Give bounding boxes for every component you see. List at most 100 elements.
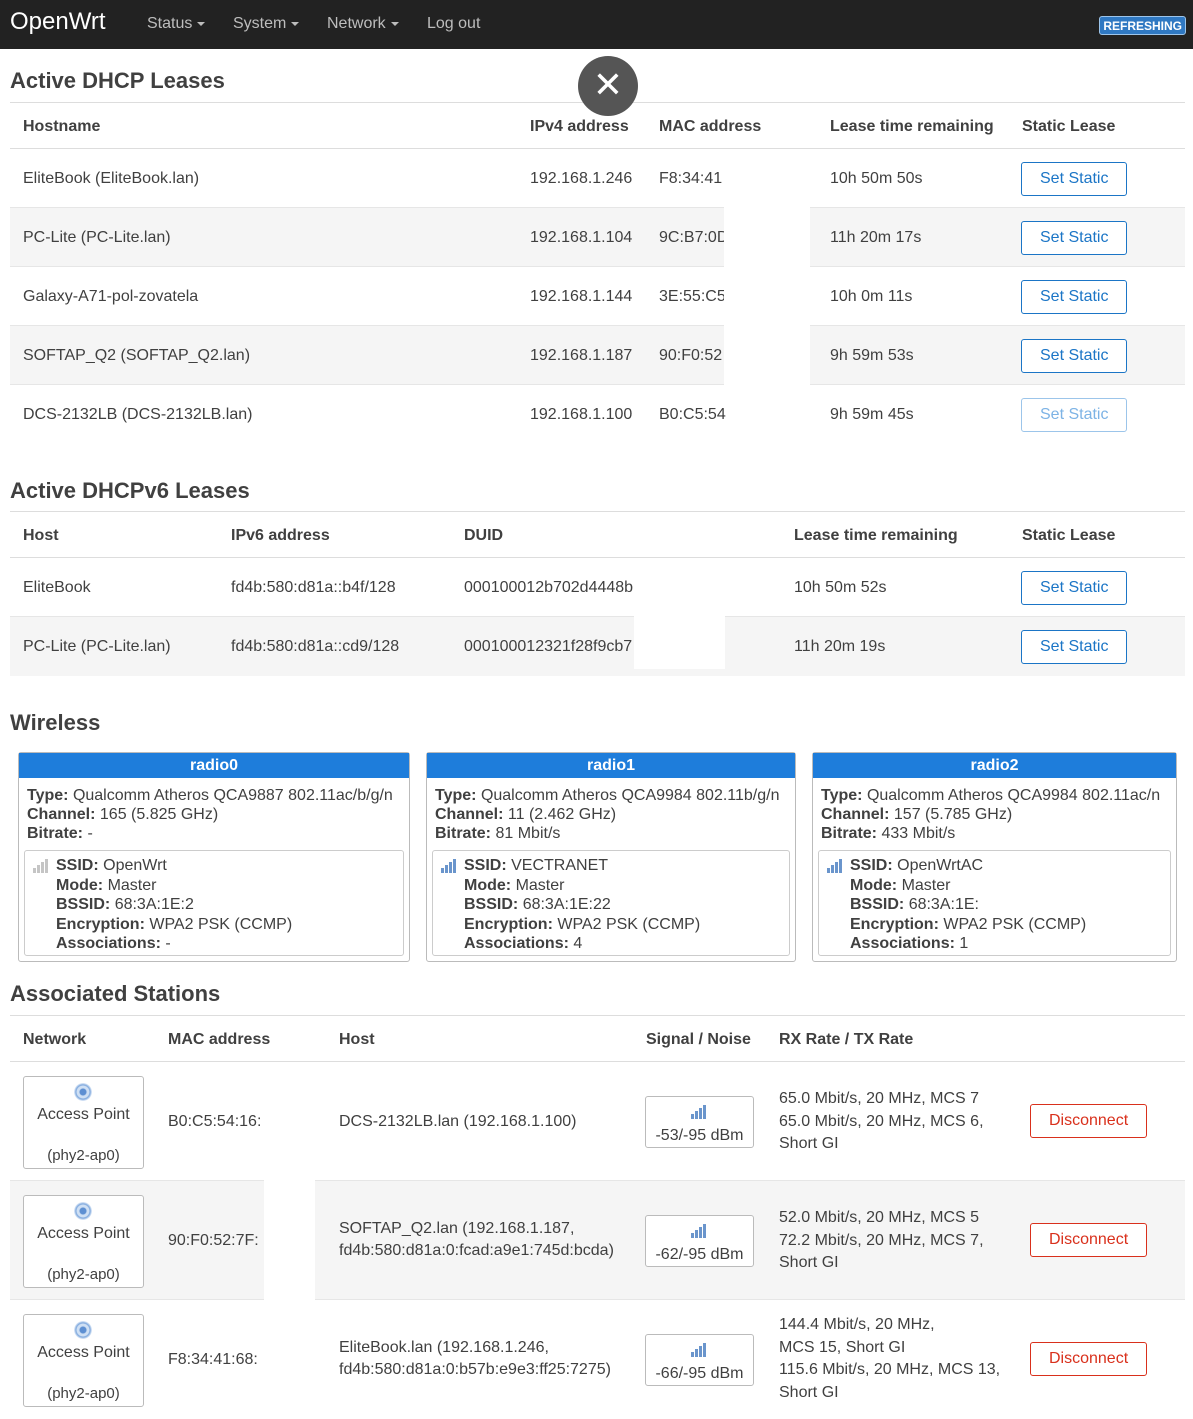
radio-type: Qualcomm Atheros QCA9984 802.11ac/n	[866, 787, 1161, 804]
set-static-button[interactable]: Set Static	[1021, 398, 1128, 432]
rate-line: MCS 15, Short GI	[779, 1338, 906, 1356]
cell-lease-time: 10h 50m 50s	[830, 170, 923, 187]
cell-host: SOFTAP_Q2.lan (192.168.1.187, fd4b:580:d…	[339, 1218, 614, 1262]
set-static-button[interactable]: Set Static	[1021, 221, 1128, 255]
cell-lease-time: 9h 59m 45s	[830, 406, 914, 423]
network-label: Access Point	[37, 1344, 130, 1361]
radio-card-radio0: radio0 Type: Qualcomm Atheros QCA9887 80…	[18, 752, 410, 962]
set-static-button[interactable]: Set Static	[1021, 339, 1128, 373]
menu-system-label: System	[233, 15, 287, 32]
brand-logo[interactable]: OpenWrt	[10, 8, 106, 36]
encryption-value: WPA2 PSK (CCMP)	[557, 915, 701, 933]
dhcpv6-section-title: Active DHCPv6 Leases	[10, 478, 250, 503]
label: Type:	[27, 787, 69, 804]
radio-card-radio1: radio1 Type: Qualcomm Atheros QCA9984 80…	[426, 752, 796, 962]
rate-line: 52.0 Mbit/s, 20 MHz, MCS 5	[779, 1209, 980, 1226]
rate-line: 72.2 Mbit/s, 20 MHz, MCS 7,	[779, 1231, 984, 1249]
cell-lease-time: 9h 59m 53s	[830, 347, 914, 364]
wireless-section-title: Wireless	[10, 710, 101, 735]
cell-host: PC-Lite (PC-Lite.lan)	[23, 638, 171, 655]
label: Associations:	[464, 935, 569, 952]
cell-mac: F8:34:41:68:	[168, 1351, 258, 1368]
label: Channel:	[435, 806, 504, 823]
label: Associations:	[850, 935, 955, 952]
label: BSSID:	[850, 896, 905, 913]
radio-details: Type: Qualcomm Atheros QCA9887 802.11ac/…	[19, 778, 409, 843]
cell-ipv4: 192.168.1.100	[530, 406, 633, 423]
radio-type: Qualcomm Atheros QCA9984 802.11b/g/n	[480, 787, 780, 804]
table-row: EliteBook fd4b:580:d81a::b4f/128 0001000…	[10, 558, 1185, 617]
label: Mode:	[850, 876, 898, 894]
table-row: SOFTAP_Q2 (SOFTAP_Q2.lan) 192.168.1.187 …	[10, 326, 1185, 385]
cell-mac: 9C:B7:0D	[659, 229, 729, 246]
interface-label: (phy2-ap0)	[47, 1385, 120, 1402]
col-ipv6: IPv6 address	[231, 527, 330, 544]
cell-mac: 90:F0:52:7F:	[168, 1232, 259, 1249]
disconnect-button[interactable]: Disconnect	[1030, 1223, 1148, 1257]
radio-bitrate: 81 Mbit/s	[495, 825, 561, 842]
menu-system[interactable]: System	[233, 15, 300, 33]
host-line: SOFTAP_Q2.lan (192.168.1.187,	[339, 1220, 575, 1237]
col-host: Host	[339, 1031, 375, 1048]
network-badge[interactable]: Access Point (phy2-ap0)	[23, 1195, 144, 1288]
set-static-button[interactable]: Set Static	[1021, 280, 1128, 314]
network-badge[interactable]: Access Point (phy2-ap0)	[23, 1314, 144, 1407]
signal-on-icon	[691, 1105, 709, 1119]
menu-logout[interactable]: Log out	[427, 15, 480, 33]
radio-card-radio2: radio2 Type: Qualcomm Atheros QCA9984 80…	[812, 752, 1177, 962]
cell-duid: 000100012b702d4448b	[464, 579, 634, 596]
chevron-down-icon	[291, 21, 300, 26]
radio-name: radio1	[427, 753, 795, 778]
label: Encryption:	[56, 915, 145, 933]
table-header: Host IPv6 address DUID Lease time remain…	[10, 511, 1185, 558]
redaction-mask	[634, 569, 725, 669]
col-network: Network	[23, 1031, 87, 1048]
col-lease-time: Lease time remaining	[794, 527, 958, 544]
refreshing-badge[interactable]: REFRESHING	[1099, 16, 1186, 35]
label: BSSID:	[464, 896, 519, 913]
label: Channel:	[821, 806, 890, 823]
table-row: Access Point (phy2-ap0) 90:F0:52:7F: SOF…	[10, 1181, 1185, 1300]
table-row: Access Point (phy2-ap0) F8:34:41:68: Eli…	[10, 1300, 1185, 1419]
signal-badge: -66/-95 dBm	[645, 1334, 754, 1386]
set-static-button[interactable]: Set Static	[1021, 162, 1128, 196]
close-icon[interactable]: ✕	[578, 56, 638, 116]
label: Mode:	[56, 876, 104, 894]
network-badge[interactable]: Access Point (phy2-ap0)	[23, 1076, 144, 1169]
disconnect-button[interactable]: Disconnect	[1030, 1104, 1148, 1138]
radio-bitrate: -	[87, 825, 93, 842]
signal-on-icon	[691, 1343, 709, 1357]
bssid-value: 68:3A:1E:	[908, 896, 979, 913]
associations-value: 1	[959, 935, 969, 952]
disconnect-button[interactable]: Disconnect	[1030, 1342, 1148, 1376]
menu-status-label: Status	[147, 15, 193, 32]
menu-status[interactable]: Status	[147, 15, 206, 33]
set-static-button[interactable]: Set Static	[1021, 630, 1128, 664]
ssid-panel: SSID: OpenWrt Mode: Master BSSID: 68:3A:…	[24, 850, 404, 956]
stations-table: Network MAC address Host Signal / Noise …	[10, 1015, 1185, 1419]
dhcp-leases-table: Hostname IPv4 address MAC address Lease …	[10, 102, 1185, 444]
chevron-down-icon	[197, 21, 206, 26]
set-static-button[interactable]: Set Static	[1021, 571, 1128, 605]
menu-network[interactable]: Network	[327, 15, 399, 33]
cell-rate: 52.0 Mbit/s, 20 MHz, MCS 5 72.2 Mbit/s, …	[779, 1207, 984, 1275]
col-mac: MAC address	[659, 118, 762, 135]
label: Channel:	[27, 806, 96, 823]
cell-hostname: EliteBook (EliteBook.lan)	[23, 170, 200, 187]
table-row: Access Point (phy2-ap0) B0:C5:54:16: DCS…	[10, 1062, 1185, 1181]
associations-value: 4	[573, 935, 583, 952]
table-header: Network MAC address Host Signal / Noise …	[10, 1015, 1185, 1062]
cell-hostname: SOFTAP_Q2 (SOFTAP_Q2.lan)	[23, 347, 251, 364]
signal-on-icon	[441, 859, 459, 873]
signal-badge: -62/-95 dBm	[645, 1215, 754, 1267]
col-static-lease: Static Lease	[1022, 527, 1116, 544]
table-row: EliteBook (EliteBook.lan) 192.168.1.246 …	[10, 149, 1185, 208]
cell-rate: 144.4 Mbit/s, 20 MHz, MCS 15, Short GI 1…	[779, 1314, 1000, 1404]
ssid-panel: SSID: OpenWrtAC Mode: Master BSSID: 68:3…	[818, 850, 1171, 956]
signal-off-icon	[33, 859, 51, 873]
dhcpv6-leases-table: Host IPv6 address DUID Lease time remain…	[10, 511, 1185, 676]
col-host: Host	[23, 527, 59, 544]
host-line: DCS-2132LB.lan (192.168.1.100)	[339, 1113, 577, 1130]
label: Type:	[435, 787, 477, 804]
network-label: Access Point	[37, 1225, 130, 1242]
